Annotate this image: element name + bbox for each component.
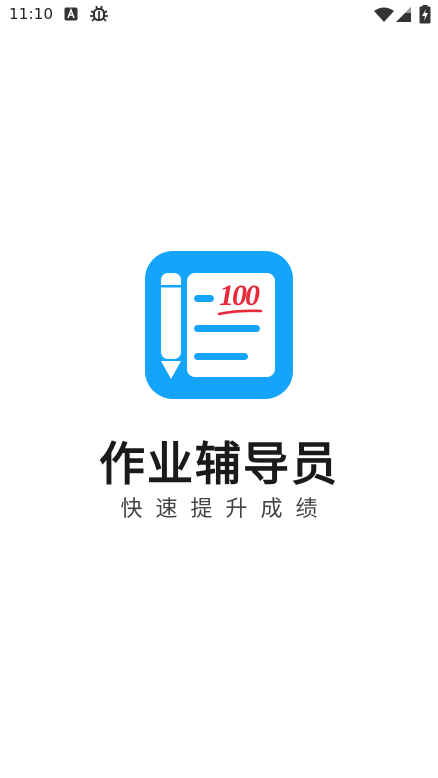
- score-100-text: 100: [219, 279, 260, 312]
- signal-icon: [396, 7, 411, 22]
- app-slogan: 快速提升成绩: [120, 497, 331, 522]
- status-bar: 11:10: [0, 0, 438, 30]
- pencil-icon: [161, 273, 181, 379]
- notification-a-icon: [64, 7, 78, 21]
- battery-charging-icon: [419, 5, 431, 24]
- status-time: 11:10: [9, 5, 54, 23]
- app-logo-icon: 100: [145, 251, 293, 399]
- bug-icon: [90, 5, 108, 22]
- app-name: 作业辅导员: [99, 437, 339, 491]
- wifi-icon: [374, 7, 394, 22]
